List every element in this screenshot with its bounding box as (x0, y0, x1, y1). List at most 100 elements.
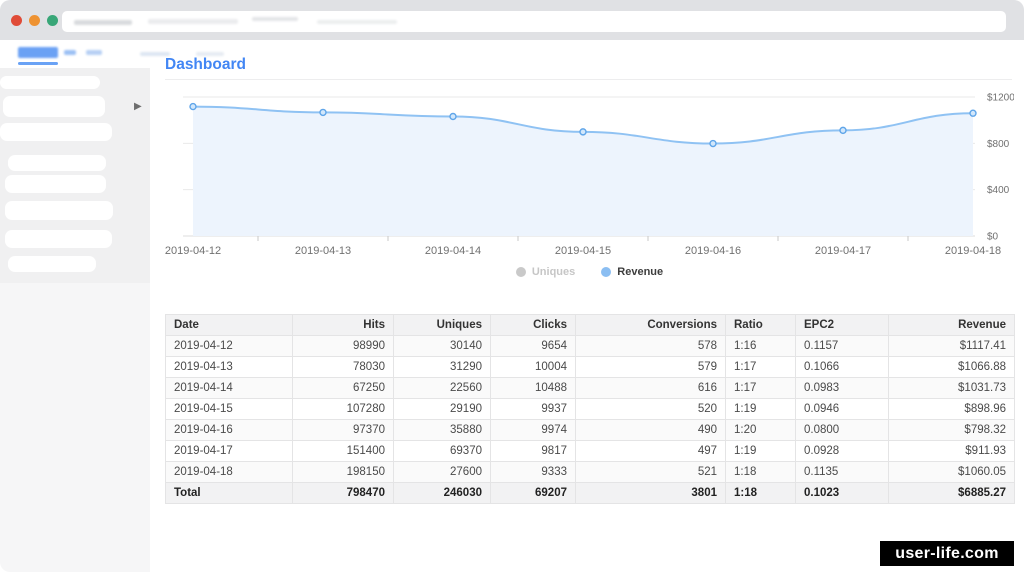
legend-item-uniques[interactable]: Uniques (515, 266, 575, 278)
table-cell: $798.32 (888, 419, 1015, 441)
table-cell: 1:19 (725, 398, 796, 420)
table-cell: 9817 (490, 440, 576, 462)
url-bar[interactable] (62, 11, 1006, 32)
table-cell: $898.96 (888, 398, 1015, 420)
table-cell: 151400 (292, 440, 394, 462)
column-header-clicks[interactable]: Clicks (490, 314, 576, 336)
y-axis-label: $1200 (987, 93, 1014, 104)
window-close-button[interactable] (11, 15, 22, 26)
y-axis-label: $400 (987, 185, 1010, 196)
legend-dot-uniques-icon (515, 267, 526, 277)
table-cell: $1117.41 (888, 335, 1015, 357)
column-header-hits[interactable]: Hits (292, 314, 394, 336)
table-cell: 27600 (393, 461, 491, 483)
table-cell: 490 (575, 419, 726, 441)
stats-table-body: 2019-04-12 98990 30140 9654 578 1:16 0.1157 $11… (165, 335, 1015, 504)
sidebar-item-redacted[interactable] (5, 201, 113, 220)
table-cell: 0.0983 (795, 377, 889, 399)
table-cell: 579 (575, 356, 726, 378)
table-row: 2019-04-16 97370 35880 9974 490 1:20 0.0800 $79… (165, 419, 1015, 441)
table-cell: 246030 (393, 482, 491, 504)
table-cell: 616 (575, 377, 726, 399)
table-cell: 0.1066 (795, 356, 889, 378)
sidebar-item-redacted[interactable] (5, 175, 106, 193)
table-cell: 29190 (393, 398, 491, 420)
table-cell: 9974 (490, 419, 576, 441)
y-axis-label: $800 (987, 139, 1010, 150)
sidebar-item-redacted[interactable] (0, 123, 112, 141)
data-point[interactable] (839, 126, 847, 135)
table-cell: 2019-04-14 (165, 377, 293, 399)
data-point[interactable] (449, 112, 457, 121)
x-axis-label: 2019-04-16 (685, 245, 741, 257)
table-cell: 97370 (292, 419, 394, 441)
page-title: Dashboard (165, 56, 246, 73)
app-logo[interactable] (18, 47, 58, 58)
chart-legend: Uniques Revenue (165, 266, 1014, 278)
table-cell: 0.0946 (795, 398, 889, 420)
browser-window: ▶ Dashboard $0 $400 $800 $1200 2019-04-12 201… (0, 0, 1024, 572)
table-row: 2019-04-18 198150 27600 9333 521 1:18 0.1135 $1… (165, 461, 1015, 483)
window-minimize-button[interactable] (29, 15, 40, 26)
table-cell: 198150 (292, 461, 394, 483)
y-axis-label: $0 (987, 232, 999, 243)
table-cell: 9333 (490, 461, 576, 483)
data-point[interactable] (709, 139, 717, 148)
redacted-url-text (148, 19, 238, 24)
table-cell: 2019-04-17 (165, 440, 293, 462)
column-header-conversions[interactable]: Conversions (575, 314, 726, 336)
data-point[interactable] (189, 102, 197, 111)
window-zoom-button[interactable] (47, 15, 58, 26)
legend-label-revenue: Revenue (617, 266, 664, 278)
sidebar-item-redacted[interactable] (8, 256, 96, 272)
table-cell: 10488 (490, 377, 576, 399)
sidebar: ▶ (0, 68, 150, 283)
table-cell: $1031.73 (888, 377, 1015, 399)
table-cell: 67250 (292, 377, 394, 399)
column-header-epc2[interactable]: EPC2 (795, 314, 889, 336)
browser-titlebar (0, 0, 1024, 40)
sidebar-item-redacted[interactable] (3, 96, 105, 117)
table-cell: 1:16 (725, 335, 796, 357)
legend-dot-revenue-icon (601, 267, 612, 277)
column-header-uniques[interactable]: Uniques (393, 314, 491, 336)
x-axis-label: 2019-04-14 (425, 245, 481, 257)
sidebar-item-redacted[interactable] (0, 76, 100, 89)
area-fill (193, 106, 973, 236)
sidebar-item-redacted[interactable] (8, 155, 106, 171)
table-cell: 1:18 (725, 461, 796, 483)
revenue-area-chart: $0 $400 $800 $1200 2019-04-12 2019-04-13 2019-… (165, 93, 1014, 258)
data-point[interactable] (319, 108, 327, 117)
column-header-revenue[interactable]: Revenue (888, 314, 1015, 336)
stats-table: Date Hits Uniques Clicks Conversions Ratio EPC… (165, 314, 1015, 504)
data-point[interactable] (579, 128, 587, 136)
table-cell: 30140 (393, 335, 491, 357)
table-cell: 2019-04-15 (165, 398, 293, 420)
watermark: user-life.com (880, 541, 1014, 566)
table-cell: 10004 (490, 356, 576, 378)
redacted-url-text (252, 17, 298, 21)
table-cell: $6885.27 (888, 482, 1015, 504)
redacted-url-text (74, 20, 132, 25)
sidebar-lower-panel (0, 283, 150, 572)
table-cell: 98990 (292, 335, 394, 357)
table-row: 2019-04-13 78030 31290 10004 579 1:17 0.1066 $1… (165, 356, 1015, 378)
column-header-ratio[interactable]: Ratio (725, 314, 796, 336)
x-axis-label: 2019-04-17 (815, 245, 871, 257)
table-cell: 0.0800 (795, 419, 889, 441)
data-point[interactable] (969, 109, 977, 117)
table-cell: 0.1157 (795, 335, 889, 357)
column-header-date[interactable]: Date (165, 314, 293, 336)
table-cell: 0.1023 (795, 482, 889, 504)
table-cell: 69207 (490, 482, 576, 504)
x-axis-label: 2019-04-18 (945, 245, 1001, 257)
table-cell: 107280 (292, 398, 394, 420)
table-cell: 1:18 (725, 482, 796, 504)
legend-item-revenue[interactable]: Revenue (601, 266, 663, 278)
table-cell: 521 (575, 461, 726, 483)
sidebar-item-redacted[interactable] (5, 230, 112, 248)
table-cell: 497 (575, 440, 726, 462)
table-cell: 9654 (490, 335, 576, 357)
chevron-right-icon[interactable]: ▶ (134, 101, 142, 112)
table-cell: Total (165, 482, 293, 504)
